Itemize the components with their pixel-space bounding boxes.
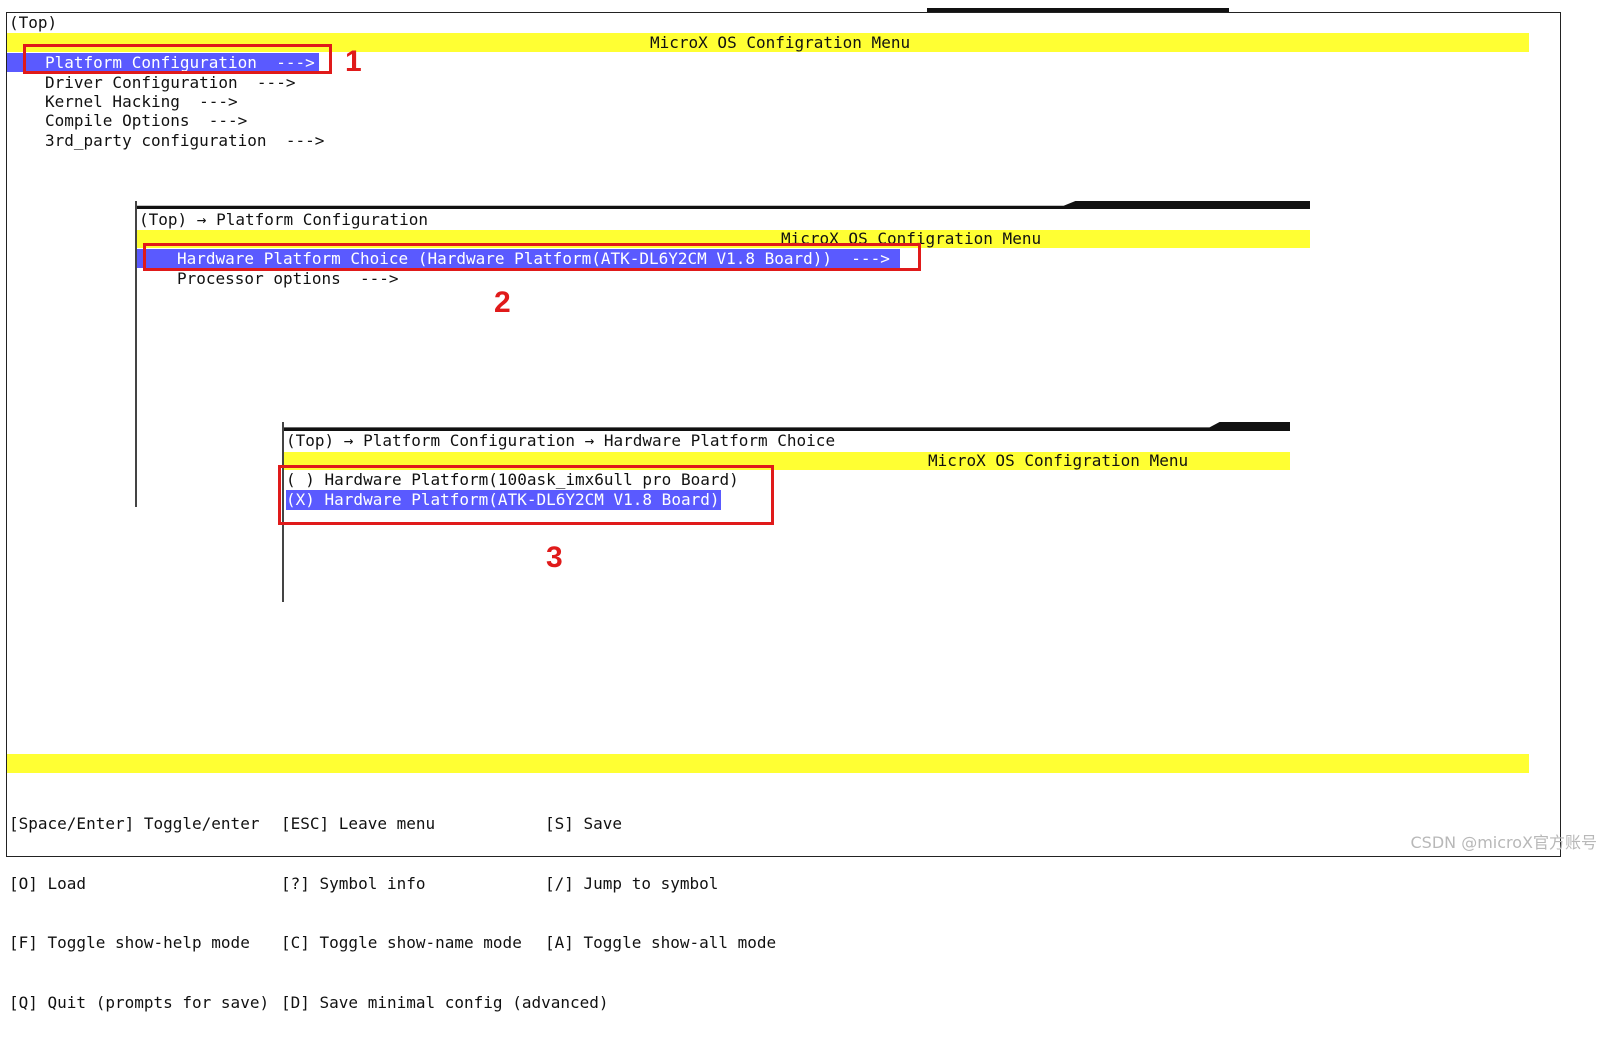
menu-item-label: Kernel Hacking ---> [45, 92, 238, 111]
menu-item-processor-options[interactable]: Processor options ---> [177, 269, 399, 289]
help-show-all-mode: [A] Toggle show-all mode [545, 933, 777, 952]
status-bar [7, 754, 1529, 773]
help-toggle-enter: [Space/Enter] Toggle/enter [9, 814, 260, 833]
menu-item-driver-configuration[interactable]: Driver Configuration ---> [7, 73, 295, 92]
help-jump-to-symbol: [/] Jump to symbol [545, 873, 719, 893]
help-leave-menu: [ESC] Leave menu [281, 814, 436, 833]
breadcrumb: (Top) → Platform Configuration [139, 210, 428, 229]
menu-item-label: Compile Options ---> [45, 111, 248, 130]
annotation-number-3: 3 [546, 541, 563, 574]
menu-item-label: Driver Configuration ---> [45, 73, 296, 92]
menu-item-label: 3rd_party configuration ---> [45, 131, 325, 150]
annotation-box-1 [23, 44, 332, 74]
help-load: [O] Load [9, 873, 87, 893]
window-top-edge [284, 422, 1290, 431]
help-save: [S] Save [545, 814, 623, 833]
key-help-panel: [Space/Enter] Toggle/enter [ESC] Leave m… [9, 774, 776, 1052]
window-top-edge [137, 201, 1310, 209]
help-show-help-mode: [F] Toggle show-help mode [9, 933, 250, 952]
breadcrumb: (Top) → Platform Configuration → Hardwar… [286, 431, 836, 450]
annotation-number-1: 1 [345, 45, 362, 78]
help-show-name-mode: [C] Toggle show-name mode [281, 933, 522, 952]
help-save-minimal-config: [D] Save minimal config (advanced) [281, 992, 609, 1012]
menu-title: MicroX OS Configration Menu [928, 451, 1189, 470]
menu-item-kernel-hacking[interactable]: Kernel Hacking ---> [7, 92, 238, 111]
annotation-number-2: 2 [494, 286, 511, 319]
annotation-box-2 [143, 243, 921, 271]
breadcrumb: (Top) [9, 13, 58, 32]
menu-item-3rd-party-configuration[interactable]: 3rd_party configuration ---> [7, 131, 324, 150]
help-symbol-info: [?] Symbol info [281, 873, 426, 893]
menu-title: MicroX OS Configration Menu [650, 33, 911, 52]
watermark: CSDN @microX官方账号 [1410, 833, 1597, 852]
annotation-box-3 [278, 465, 774, 525]
menu-item-compile-options[interactable]: Compile Options ---> [7, 111, 247, 130]
window-top-edge [927, 8, 1229, 12]
help-quit: [Q] Quit (prompts for save) [9, 992, 270, 1012]
